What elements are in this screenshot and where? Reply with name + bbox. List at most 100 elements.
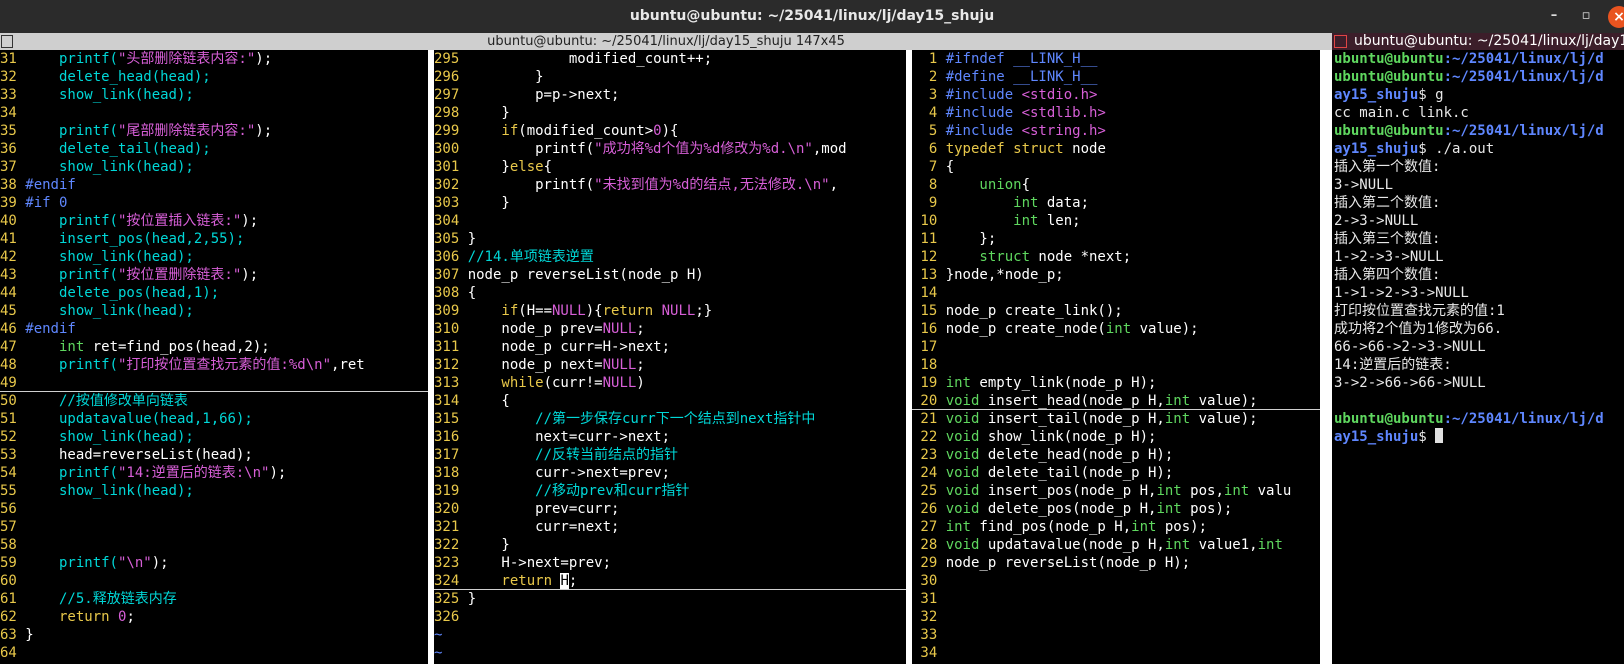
code-line[interactable]: 326: [434, 608, 906, 626]
code-line[interactable]: 6 typedef struct node: [912, 140, 1320, 158]
code-line[interactable]: 38 #endif: [0, 176, 428, 194]
code-line[interactable]: 305}: [434, 230, 906, 248]
code-line[interactable]: 322 }: [434, 536, 906, 554]
code-line[interactable]: 49: [0, 374, 428, 392]
code-line[interactable]: 10 int len;: [912, 212, 1320, 230]
code-line[interactable]: 37 show_link(head);: [0, 158, 428, 176]
vim-pane-link-h[interactable]: 1 #ifndef __LINK_H__ 2 #define __LINK_H__ 3 #…: [912, 50, 1320, 664]
vim-pane-link-c[interactable]: 295 modified_count++; 296 } 297 p=p->next;…: [434, 50, 906, 664]
code-line[interactable]: 15 node_p create_link();: [912, 302, 1320, 320]
maximize-button[interactable]: ▫: [1576, 6, 1596, 26]
code-line[interactable]: 29 node_p reverseList(node_p H);: [912, 554, 1320, 572]
code-line[interactable]: 316 next=curr->next;: [434, 428, 906, 446]
code-line[interactable]: 1 #ifndef __LINK_H__: [912, 50, 1320, 68]
code-line[interactable]: 41 insert_pos(head,2,55);: [0, 230, 428, 248]
code-line[interactable]: 308 {: [434, 284, 906, 302]
code-line[interactable]: 2 #define __LINK_H__: [912, 68, 1320, 86]
code-line[interactable]: 33: [912, 626, 1320, 644]
code-line[interactable]: 314 {: [434, 392, 906, 410]
code-line[interactable]: ~: [434, 644, 906, 662]
code-line[interactable]: 8 union{: [912, 176, 1320, 194]
code-line[interactable]: 58: [0, 536, 428, 554]
terminal-tab-right[interactable]: ubuntu@ubuntu: ~/25041/linux/lj/day15: [1332, 33, 1624, 50]
code-line[interactable]: 51 updatavalue(head,1,66);: [0, 410, 428, 428]
code-line[interactable]: 31: [912, 590, 1320, 608]
code-line[interactable]: 57: [0, 518, 428, 536]
code-line[interactable]: 323 H->next=prev;: [434, 554, 906, 572]
code-line[interactable]: 9 int data;: [912, 194, 1320, 212]
code-line[interactable]: 3 #include <stdio.h>: [912, 86, 1320, 104]
shell-terminal[interactable]: ubuntu@ubuntu:~/25041/linux/lj/d ubuntu@u…: [1334, 50, 1624, 664]
code-line[interactable]: 56: [0, 500, 428, 518]
code-line[interactable]: 53 head=reverseList(head);: [0, 446, 428, 464]
code-line[interactable]: 319 //移动prev和curr指针: [434, 482, 906, 500]
code-line[interactable]: 20 void insert_head(node_p H,int value);: [912, 392, 1320, 410]
code-line[interactable]: 296 }: [434, 68, 906, 86]
code-line[interactable]: 28 void updatavalue(node_p H,int value1,i…: [912, 536, 1320, 554]
terminal-tab-left[interactable]: ubuntu@ubuntu: ~/25041/linux/lj/day15_sh…: [0, 33, 1332, 50]
code-line[interactable]: 44 delete_pos(head,1);: [0, 284, 428, 302]
code-line[interactable]: 300 printf("成功将%d个值为%d修改为%d.\n",mod: [434, 140, 906, 158]
close-button[interactable]: ×: [1608, 6, 1624, 28]
code-line[interactable]: 4 #include <stdlib.h>: [912, 104, 1320, 122]
code-line[interactable]: 23 void delete_head(node_p H);: [912, 446, 1320, 464]
code-line[interactable]: 61 //5.释放链表内存: [0, 590, 428, 608]
code-line[interactable]: 32: [912, 608, 1320, 626]
code-line[interactable]: 12 struct node *next;: [912, 248, 1320, 266]
code-line[interactable]: 295 modified_count++;: [434, 50, 906, 68]
code-line[interactable]: 301 }else{: [434, 158, 906, 176]
code-line[interactable]: 63}: [0, 626, 428, 644]
code-line[interactable]: 30: [912, 572, 1320, 590]
code-line[interactable]: 24 void delete_tail(node_p H);: [912, 464, 1320, 482]
code-line[interactable]: 47 int ret=find_pos(head,2);: [0, 338, 428, 356]
code-line[interactable]: 14: [912, 284, 1320, 302]
code-line[interactable]: 13}node,*node_p;: [912, 266, 1320, 284]
split-terminal-icon[interactable]: [1334, 35, 1347, 48]
code-line[interactable]: 60: [0, 572, 428, 590]
code-line[interactable]: 19 int empty_link(node_p H);: [912, 374, 1320, 392]
pane-separator[interactable]: [1320, 50, 1332, 664]
code-line[interactable]: 5 #include <string.h>: [912, 122, 1320, 140]
vim-pane-main-c[interactable]: 31 printf("头部删除链表内容:"); 32 delete_head(he…: [0, 50, 428, 664]
code-line[interactable]: 18: [912, 356, 1320, 374]
code-line[interactable]: 313 while(curr!=NULL): [434, 374, 906, 392]
code-line[interactable]: 40 printf("按位置插入链表:");: [0, 212, 428, 230]
code-line[interactable]: 25 void insert_pos(node_p H,int pos,int v…: [912, 482, 1320, 500]
code-line[interactable]: 52 show_link(head);: [0, 428, 428, 446]
code-line[interactable]: 35 printf("尾部删除链表内容:");: [0, 122, 428, 140]
code-line[interactable]: 320 prev=curr;: [434, 500, 906, 518]
code-line[interactable]: 39 #if 0: [0, 194, 428, 212]
code-line[interactable]: 26 void delete_pos(node_p H,int pos);: [912, 500, 1320, 518]
code-line[interactable]: 32 delete_head(head);: [0, 68, 428, 86]
code-line[interactable]: 34: [912, 644, 1320, 662]
code-line[interactable]: 31 printf("头部删除链表内容:");: [0, 50, 428, 68]
code-line[interactable]: 55 show_link(head);: [0, 482, 428, 500]
code-line[interactable]: 306 //14.单项链表逆置: [434, 248, 906, 266]
code-line[interactable]: 62 return 0;: [0, 608, 428, 626]
minimize-button[interactable]: –: [1544, 6, 1564, 26]
code-line[interactable]: 317 //反转当前结点的指针: [434, 446, 906, 464]
code-line[interactable]: 42 show_link(head);: [0, 248, 428, 266]
code-line[interactable]: 17: [912, 338, 1320, 356]
code-line[interactable]: 318 curr->next=prev;: [434, 464, 906, 482]
code-line[interactable]: 303 }: [434, 194, 906, 212]
code-line[interactable]: 27 int find_pos(node_p H,int pos);: [912, 518, 1320, 536]
code-line[interactable]: 36 delete_tail(head);: [0, 140, 428, 158]
code-line[interactable]: 54 printf("14:逆置后的链表:\n");: [0, 464, 428, 482]
code-line[interactable]: 59 printf("\n");: [0, 554, 428, 572]
code-line[interactable]: 315 //第一步保存curr下一个结点到next指针中: [434, 410, 906, 428]
code-line[interactable]: 45 show_link(head);: [0, 302, 428, 320]
code-line[interactable]: 46 #endif: [0, 320, 428, 338]
code-line[interactable]: 11 };: [912, 230, 1320, 248]
code-line[interactable]: 321 curr=next;: [434, 518, 906, 536]
code-line[interactable]: 298 }: [434, 104, 906, 122]
code-line[interactable]: 21 void insert_tail(node_p H,int value);: [912, 410, 1320, 428]
code-line[interactable]: 309 if(H==NULL){return NULL;}: [434, 302, 906, 320]
code-line[interactable]: 33 show_link(head);: [0, 86, 428, 104]
code-line[interactable]: 22 void show_link(node_p H);: [912, 428, 1320, 446]
code-line[interactable]: 307 node_p reverseList(node_p H): [434, 266, 906, 284]
code-line[interactable]: 34: [0, 104, 428, 122]
code-line[interactable]: 299 if(modified_count>0){: [434, 122, 906, 140]
code-line[interactable]: 324 return H;: [434, 572, 906, 590]
code-line[interactable]: 297 p=p->next;: [434, 86, 906, 104]
